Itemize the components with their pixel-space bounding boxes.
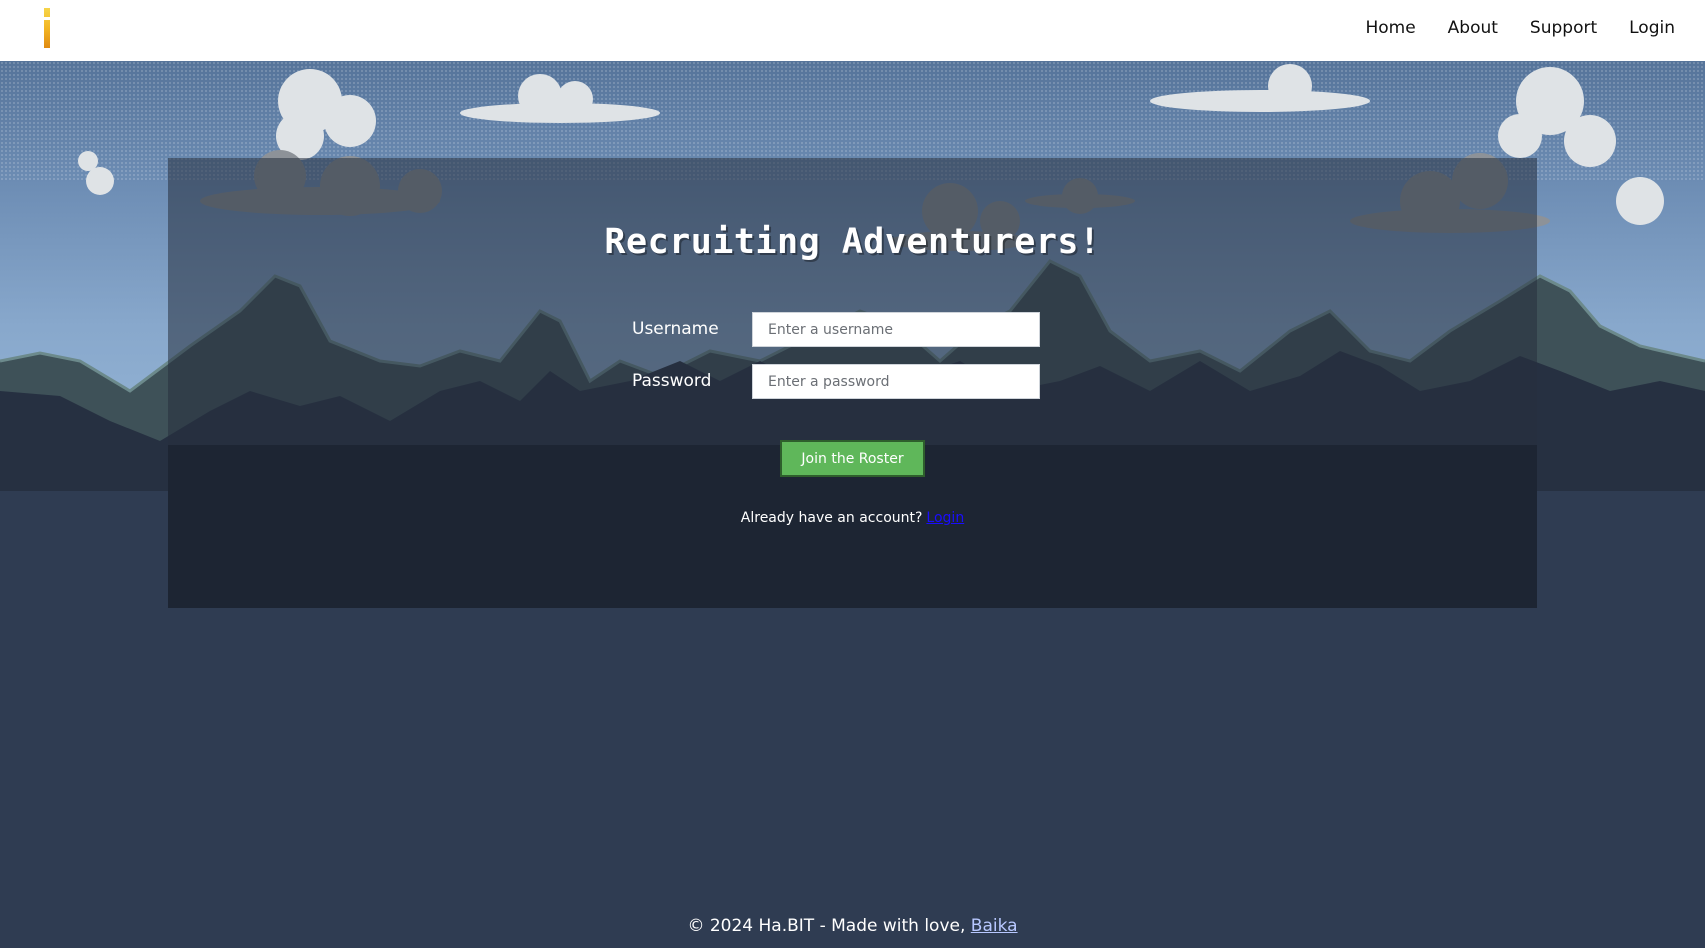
join-roster-button[interactable]: Join the Roster <box>780 440 925 477</box>
already-have-account-label: Already have an account? <box>740 510 923 526</box>
footer-author-link[interactable]: Baika <box>971 916 1018 936</box>
nav-login-link[interactable]: Login <box>1629 18 1675 38</box>
login-link[interactable]: Login <box>926 510 964 526</box>
already-have-account-text: Already have an account? Login <box>0 510 1705 526</box>
footer-text: © 2024 Ha.BIT - Made with love, <box>687 916 966 936</box>
username-label: Username <box>632 319 719 339</box>
page-title: Recruiting Adventurers! <box>604 222 1101 262</box>
nav-home-link[interactable]: Home <box>1365 18 1415 38</box>
username-input[interactable] <box>752 312 1040 347</box>
nav-support-link[interactable]: Support <box>1530 18 1597 38</box>
footer: © 2024 Ha.BIT - Made with love, Baika <box>0 916 1705 936</box>
password-input[interactable] <box>752 364 1040 399</box>
password-label: Password <box>632 371 712 391</box>
nav-about-link[interactable]: About <box>1448 18 1498 38</box>
pixel-torch-icon[interactable] <box>44 8 50 48</box>
nav-links: Home About Support Login <box>1365 0 1675 56</box>
top-navbar: Home About Support Login <box>0 0 1705 61</box>
